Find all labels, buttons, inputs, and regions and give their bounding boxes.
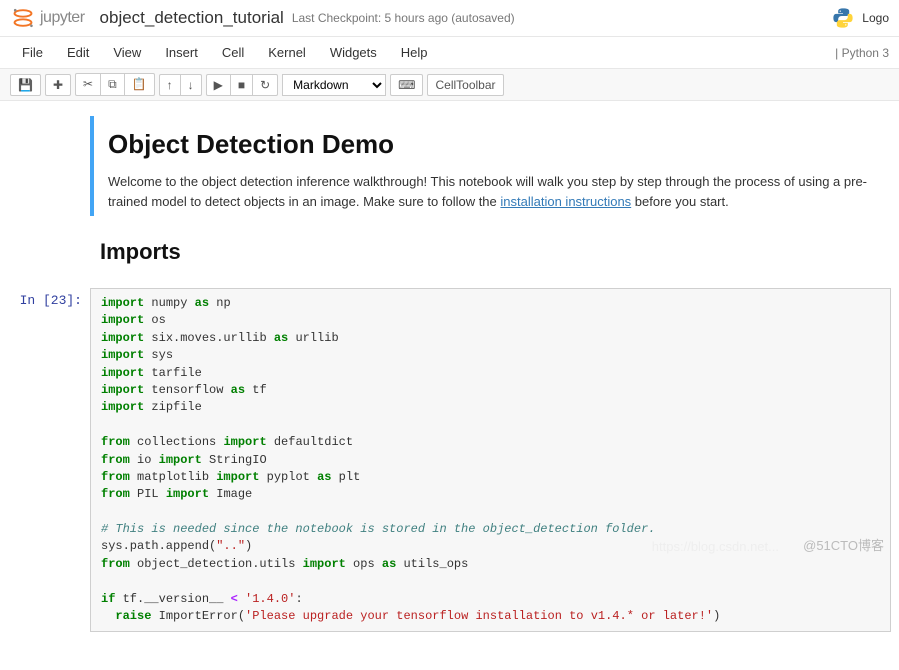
title-h1: Object Detection Demo bbox=[108, 129, 881, 160]
markdown-cell-1[interactable]: Object Detection Demo Welcome to the obj… bbox=[8, 116, 891, 216]
notebook-container: Object Detection Demo Welcome to the obj… bbox=[0, 101, 899, 670]
stop-button[interactable]: ■ bbox=[230, 74, 253, 96]
prompt bbox=[8, 116, 90, 216]
notebook-name[interactable]: object_detection_tutorial bbox=[100, 8, 284, 28]
logout-link[interactable]: Logo bbox=[862, 11, 889, 25]
paste-button[interactable]: 📋 bbox=[124, 73, 155, 96]
watermark: @51CTO博客 bbox=[803, 535, 884, 554]
add-cell-button[interactable]: ✚ bbox=[45, 74, 71, 96]
move-down-button[interactable]: ↓ bbox=[180, 74, 202, 96]
cell-type-select[interactable]: Markdown bbox=[282, 74, 386, 96]
restart-button[interactable]: ↻ bbox=[252, 74, 278, 96]
code-editor[interactable]: import numpy as np import os import six.… bbox=[90, 288, 891, 632]
menu-file[interactable]: File bbox=[10, 41, 55, 64]
cut-button[interactable]: ✂ bbox=[75, 73, 101, 96]
celltoolbar-button[interactable]: CellToolbar bbox=[427, 74, 503, 96]
markdown-cell-2[interactable]: Imports bbox=[8, 224, 891, 280]
command-palette-button[interactable]: ⌨ bbox=[390, 74, 423, 96]
menu-insert[interactable]: Insert bbox=[153, 41, 210, 64]
menu-kernel[interactable]: Kernel bbox=[256, 41, 318, 64]
kernel-indicator: | Python 3 bbox=[835, 46, 889, 60]
in-prompt: In [23]: bbox=[8, 288, 90, 632]
jupyter-logo[interactable]: jupyter bbox=[10, 5, 85, 31]
python-icon bbox=[832, 7, 854, 29]
menu-help[interactable]: Help bbox=[389, 41, 440, 64]
move-up-button[interactable]: ↑ bbox=[159, 74, 181, 96]
logo-text: jupyter bbox=[40, 9, 85, 27]
jupyter-icon bbox=[10, 5, 36, 31]
menu-view[interactable]: View bbox=[101, 41, 153, 64]
faint-watermark: https://blog.csdn.net... bbox=[652, 539, 779, 554]
save-button[interactable]: 💾 bbox=[10, 74, 41, 96]
menu-edit[interactable]: Edit bbox=[55, 41, 101, 64]
run-button[interactable]: ▶ bbox=[206, 74, 231, 96]
intro-paragraph: Welcome to the object detection inferenc… bbox=[108, 172, 881, 211]
copy-button[interactable]: ⧉ bbox=[100, 73, 125, 96]
menu-widgets[interactable]: Widgets bbox=[318, 41, 389, 64]
checkpoint-status: Last Checkpoint: 5 hours ago (autosaved) bbox=[292, 11, 515, 25]
imports-h2: Imports bbox=[100, 239, 881, 265]
menu-cell[interactable]: Cell bbox=[210, 41, 256, 64]
install-link[interactable]: installation instructions bbox=[500, 194, 631, 209]
prompt bbox=[8, 224, 90, 280]
code-cell-1[interactable]: In [23]: import numpy as np import os im… bbox=[8, 288, 891, 632]
